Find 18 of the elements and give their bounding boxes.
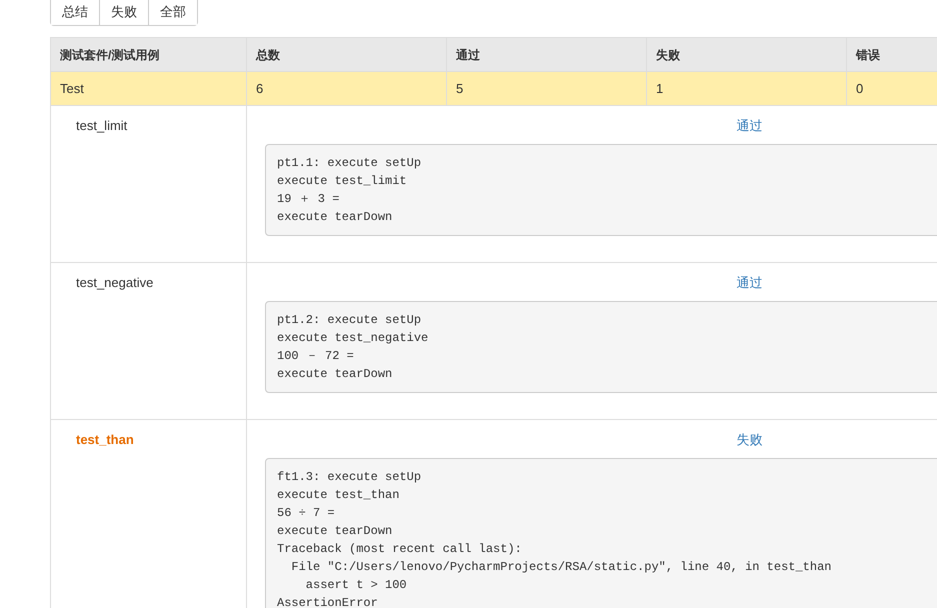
table-cell: 1 bbox=[646, 72, 846, 106]
table-cell: Test bbox=[50, 72, 246, 106]
column-header: 测试套件/测试用例 bbox=[50, 38, 246, 72]
filter-button[interactable]: 全部 bbox=[148, 0, 197, 25]
test-output: ft1.3: execute setUp execute test_than 56 ÷ 7 = execute tearDown Traceback (most recent call last): File "C:/Users/lenovo/PycharmProjects/RSA/static.py", line 40, in test_than assert t > 100 AssertionError bbox=[265, 458, 937, 608]
table-cell: 6 bbox=[246, 72, 446, 106]
test-case-name: test_negative bbox=[76, 275, 154, 290]
test-case-name: test_limit bbox=[76, 118, 128, 133]
column-header: 总数 bbox=[246, 38, 446, 72]
test-output: pt1.2: execute setUp execute test_negative 100 － 72 = execute tearDown bbox=[265, 301, 937, 393]
column-header: 通过 bbox=[446, 38, 646, 72]
column-header: 失败 bbox=[646, 38, 846, 72]
status-link[interactable]: 通过 bbox=[736, 275, 762, 290]
status-link[interactable]: 通过 bbox=[736, 118, 762, 133]
test-case-name: test_than bbox=[76, 432, 134, 447]
test-output: pt1.1: execute setUp execute test_limit 19 ＋ 3 = execute tearDown bbox=[265, 144, 937, 236]
table-cell: 5 bbox=[446, 72, 646, 106]
status-link[interactable]: 失败 bbox=[736, 432, 762, 447]
